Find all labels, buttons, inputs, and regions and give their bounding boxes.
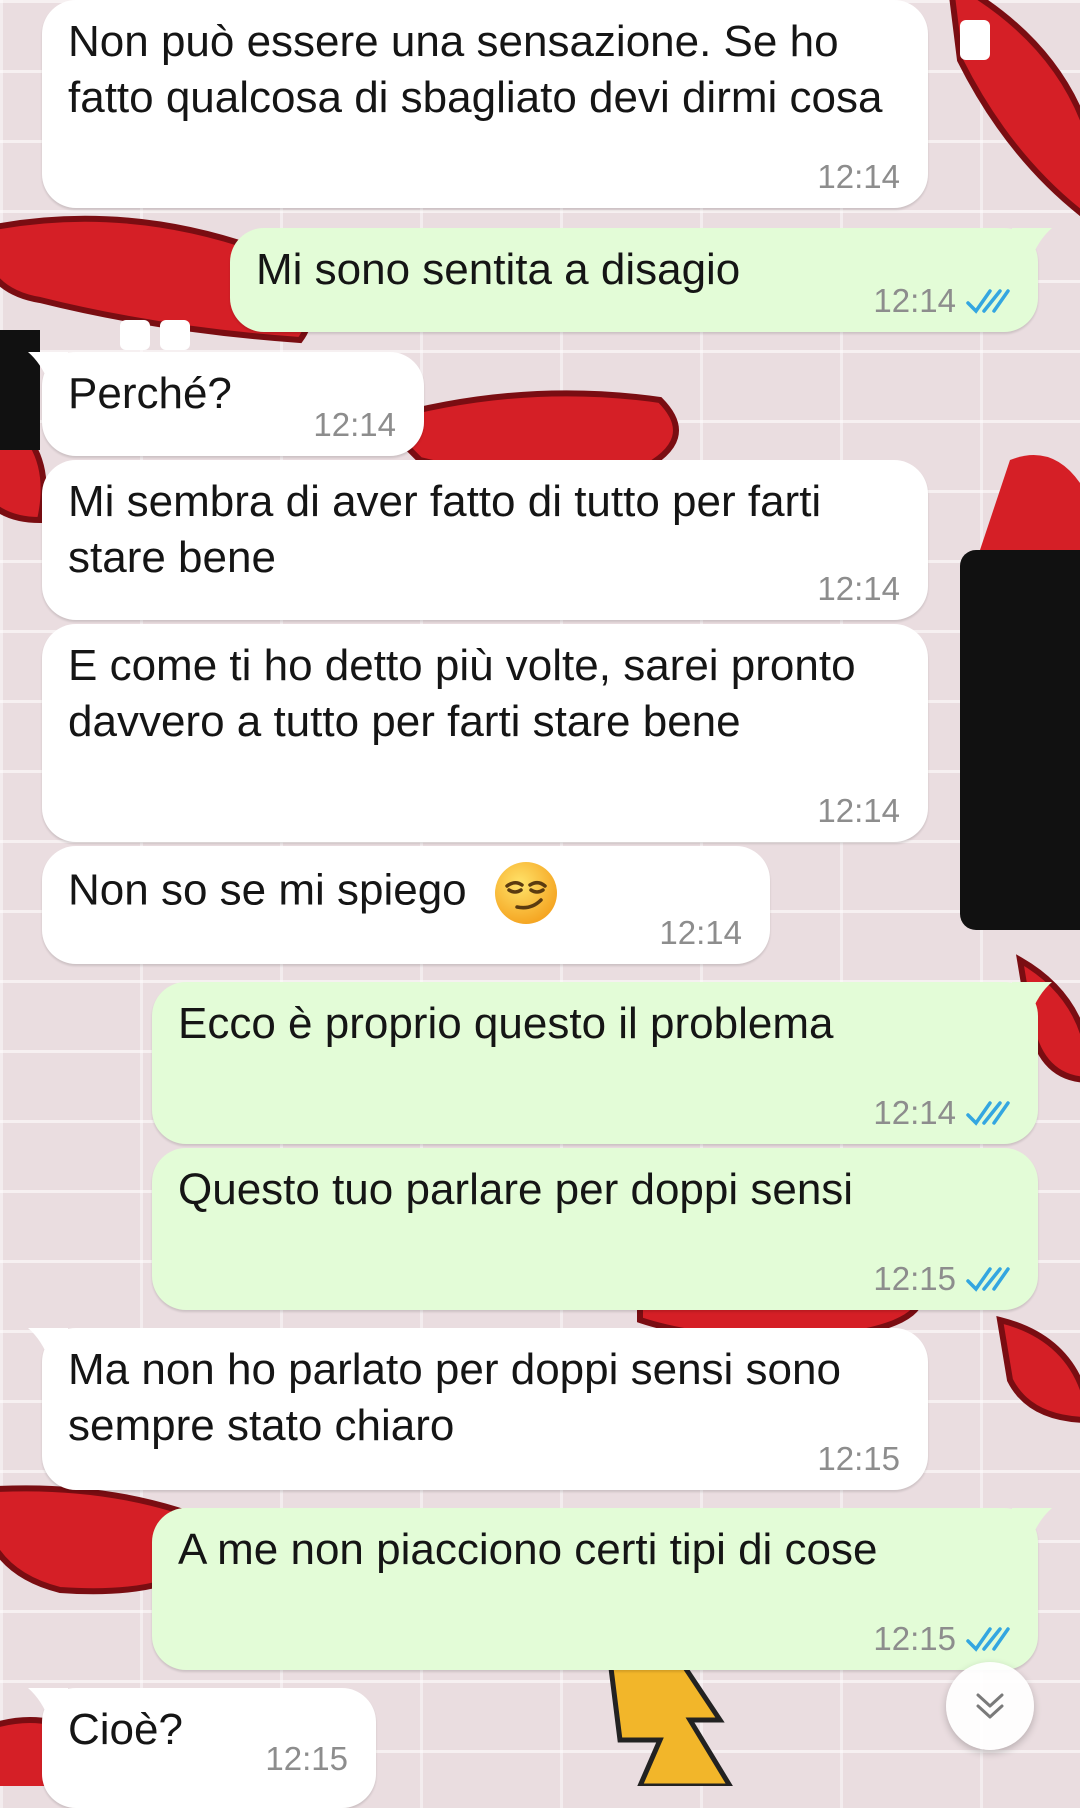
message-time: 12:15	[873, 1260, 956, 1297]
message-time: 12:15	[873, 1620, 956, 1657]
message-time: 12:14	[817, 792, 900, 829]
message-text: Mi sembra di aver fatto di tutto per far…	[68, 477, 822, 582]
message-text: Non può essere una sensazione. Se ho fat…	[68, 17, 883, 122]
message-text: Non so se mi spiego	[68, 860, 744, 926]
double-check-icon	[966, 1101, 1010, 1126]
message-text: E come ti ho detto più volte, sarei pron…	[68, 641, 856, 746]
message-meta: 12:14	[873, 282, 1010, 320]
message-meta: 12:15	[265, 1740, 348, 1778]
message-meta: 12:14	[817, 792, 900, 830]
message-bubble-incoming[interactable]: Ma non ho parlato per doppi sensi sono s…	[28, 1328, 928, 1490]
bubble-tail	[1012, 228, 1052, 262]
scroll-to-bottom-button[interactable]	[946, 1662, 1034, 1750]
bubble-tail	[28, 1688, 68, 1722]
message-meta: 12:15	[873, 1620, 1010, 1658]
message-meta: 12:14	[873, 1094, 1010, 1132]
message-bubble-incoming[interactable]: Mi sembra di aver fatto di tutto per far…	[42, 460, 928, 620]
double-chevron-down-icon	[976, 1693, 1004, 1719]
message-meta: 12:14	[313, 406, 396, 444]
message-time: 12:14	[873, 282, 956, 319]
message-meta: 12:14	[817, 570, 900, 608]
message-text: Questo tuo parlare per doppi sensi	[178, 1165, 854, 1214]
double-check-icon	[966, 1267, 1010, 1292]
message-text-content: Non so se mi spiego	[68, 865, 467, 915]
message-meta: 12:15	[817, 1440, 900, 1478]
message-time: 12:15	[265, 1740, 348, 1777]
message-bubble-incoming[interactable]: Non può essere una sensazione. Se ho fat…	[42, 0, 928, 208]
message-text: A me non piacciono certi tipi di cose	[178, 1525, 878, 1574]
message-time: 12:14	[659, 914, 742, 951]
message-bubble-outgoing[interactable]: Ecco è proprio questo il problema 12:14	[152, 982, 1052, 1144]
smirking-face-emoji	[494, 862, 557, 924]
message-time: 12:14	[873, 1094, 956, 1131]
bolt-pattern	[607, 1657, 733, 1786]
double-check-icon	[966, 289, 1010, 314]
message-meta: 12:15	[873, 1260, 1010, 1298]
message-time: 12:14	[817, 570, 900, 607]
bubble-tail	[28, 1328, 68, 1362]
message-text: Ma non ho parlato per doppi sensi sono s…	[68, 1345, 841, 1450]
double-check-icon	[966, 1627, 1010, 1652]
message-bubble-incoming[interactable]: Non so se mi spiego 12:14	[42, 846, 770, 964]
message-meta: 12:14	[659, 914, 742, 952]
message-bubble-incoming[interactable]: Cioè? 12:15	[28, 1688, 376, 1808]
bubble-tail	[1012, 982, 1052, 1016]
message-bubble-outgoing[interactable]: Mi sono sentita a disagio 12:14	[230, 228, 1052, 332]
message-time: 12:15	[817, 1440, 900, 1477]
message-text: Ecco è proprio questo il problema	[178, 999, 834, 1048]
bubble-tail	[1012, 1508, 1052, 1542]
message-bubble-incoming[interactable]: E come ti ho detto più volte, sarei pron…	[42, 624, 928, 842]
bubble-tail	[28, 352, 68, 386]
message-bubble-incoming[interactable]: Perché? 12:14	[28, 352, 424, 456]
message-meta: 12:14	[817, 158, 900, 196]
message-bubble-outgoing[interactable]: A me non piacciono certi tipi di cose 12…	[152, 1508, 1052, 1670]
message-bubble-outgoing[interactable]: Questo tuo parlare per doppi sensi 12:15	[152, 1148, 1038, 1310]
message-time: 12:14	[313, 406, 396, 443]
message-time: 12:14	[817, 158, 900, 195]
